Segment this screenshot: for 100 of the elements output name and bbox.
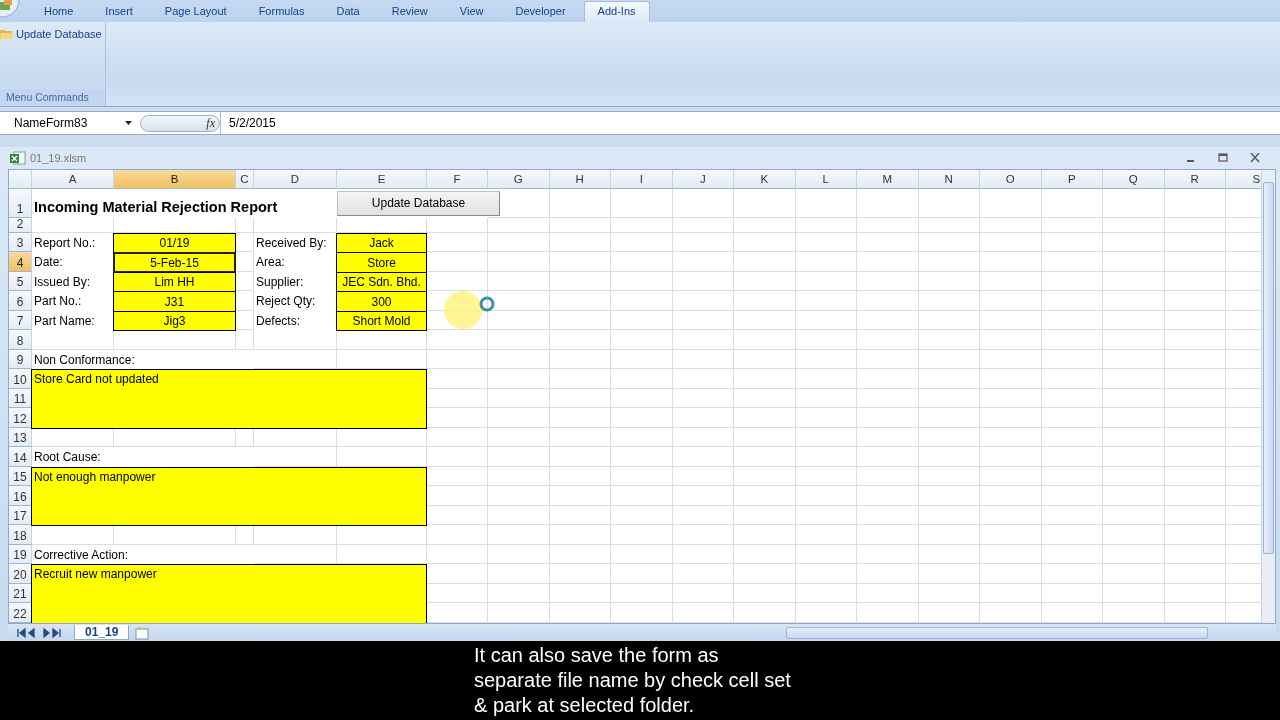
ribbon-tab[interactable]: Formulas	[244, 1, 319, 22]
grid-cell	[857, 369, 919, 389]
grid-cell	[795, 291, 857, 311]
field-value[interactable]: 300	[336, 291, 427, 312]
grid-cell	[1103, 466, 1165, 487]
row-header[interactable]: 14	[9, 447, 32, 467]
field-value[interactable]: Jig3	[113, 310, 236, 332]
grid-cell	[1103, 505, 1165, 526]
section-text-box[interactable]: Not enough manpower	[31, 466, 427, 527]
column-header[interactable]: P	[1041, 169, 1103, 189]
grid-cell	[1103, 427, 1165, 448]
name-box[interactable]: NameForm83	[0, 112, 136, 134]
grid-cell	[795, 564, 857, 584]
ribbon-tab[interactable]: Home	[30, 1, 88, 22]
ribbon-tab[interactable]: Data	[322, 1, 374, 22]
update-database-button[interactable]: Update Database	[337, 190, 500, 216]
grid-cell	[918, 583, 980, 604]
column-header[interactable]: C	[236, 169, 254, 189]
grid-cell	[611, 583, 673, 604]
grid-cell	[672, 427, 734, 448]
row-header[interactable]: 12	[9, 408, 32, 428]
grid-cell	[549, 564, 611, 584]
grid-cell	[918, 310, 980, 331]
section-text-box[interactable]: Recruit new manpower	[31, 564, 427, 624]
grid-cell	[980, 291, 1042, 311]
grid-cell	[1164, 408, 1226, 428]
grid-cell	[918, 603, 980, 623]
column-header[interactable]: F	[427, 169, 488, 189]
column-header[interactable]: G	[488, 169, 550, 189]
grid-cell	[795, 486, 857, 506]
insert-function-button[interactable]: fx	[206, 115, 215, 131]
row-header[interactable]: 1	[9, 188, 32, 218]
close-icon[interactable]	[1248, 152, 1262, 163]
column-header[interactable]: E	[337, 169, 427, 189]
row-header[interactable]: 10	[9, 369, 32, 389]
field-value[interactable]: Store	[336, 252, 427, 273]
grid-cell	[857, 486, 919, 506]
formula-field[interactable]: 5/2/2015	[220, 112, 1280, 134]
grid-cell	[1041, 291, 1103, 311]
grid-cell	[857, 447, 919, 467]
column-header[interactable]: J	[672, 169, 734, 189]
column-header[interactable]: B	[114, 169, 236, 189]
column-header[interactable]: A	[32, 169, 114, 189]
grid-cell	[488, 447, 550, 467]
grid-cell	[488, 408, 550, 428]
maximize-icon[interactable]	[1216, 152, 1230, 163]
update-database-button[interactable]: Update Database	[0, 22, 105, 40]
ribbon-tab[interactable]: Insert	[91, 1, 147, 22]
sheet-tab[interactable]: 01_19	[74, 625, 130, 640]
column-header[interactable]: R	[1164, 169, 1226, 189]
grid-cell	[611, 466, 673, 487]
column-header[interactable]: O	[980, 169, 1042, 189]
ribbon-tab[interactable]: Add-Ins	[583, 1, 650, 22]
column-header[interactable]: I	[611, 169, 673, 189]
column-header[interactable]: S	[1226, 169, 1261, 189]
field-value[interactable]: Short Mold	[336, 310, 427, 332]
grid-cell	[795, 271, 857, 292]
grid-cell	[549, 271, 611, 292]
row-header[interactable]: 16	[9, 486, 32, 506]
vertical-scrollbar[interactable]	[1261, 169, 1275, 624]
grid-cell	[672, 330, 734, 350]
field-value[interactable]: 5-Feb-15	[113, 252, 236, 273]
column-header[interactable]: L	[795, 169, 857, 189]
column-header[interactable]: M	[857, 169, 919, 189]
grid-cell	[611, 349, 673, 370]
row-header[interactable]: 22	[9, 603, 32, 623]
column-header[interactable]: K	[734, 169, 796, 189]
grid-cell	[549, 217, 611, 233]
ribbon-tab[interactable]: Developer	[501, 1, 580, 22]
row-header[interactable]: 8	[9, 330, 32, 350]
grid-cell	[1164, 486, 1226, 506]
grid-cell	[1041, 271, 1103, 292]
grid-cell	[611, 232, 673, 253]
section-text-box[interactable]: Store Card not updated	[31, 369, 427, 429]
row-header[interactable]: 6	[9, 291, 32, 311]
row-header[interactable]: 4	[9, 252, 32, 272]
ribbon-tab[interactable]: View	[445, 1, 498, 22]
grid-cell	[1164, 603, 1226, 623]
grid-cell	[672, 232, 734, 253]
grid-cell	[488, 252, 550, 272]
grid-cell	[1103, 252, 1165, 272]
ribbon-tab[interactable]: Page Layout	[150, 1, 241, 22]
grid-cell	[1103, 447, 1165, 467]
grid-cell	[795, 408, 857, 428]
column-header[interactable]: D	[254, 169, 337, 189]
row-header[interactable]: 18	[9, 525, 32, 545]
grid-cell	[1041, 544, 1103, 565]
field-value[interactable]: J31	[113, 291, 236, 312]
row-header[interactable]: 20	[9, 564, 32, 584]
grid-cell	[1103, 271, 1165, 292]
column-header[interactable]: N	[918, 169, 980, 189]
column-header[interactable]: Q	[1103, 169, 1165, 189]
select-all-corner[interactable]	[9, 169, 32, 189]
grid-cell	[1041, 388, 1103, 409]
grid-cell	[611, 330, 673, 350]
ribbon-tab[interactable]: Review	[377, 1, 442, 22]
grid-cell	[672, 505, 734, 526]
grid-cell	[918, 408, 980, 428]
column-header[interactable]: H	[549, 169, 611, 189]
grid-cell	[734, 188, 796, 218]
